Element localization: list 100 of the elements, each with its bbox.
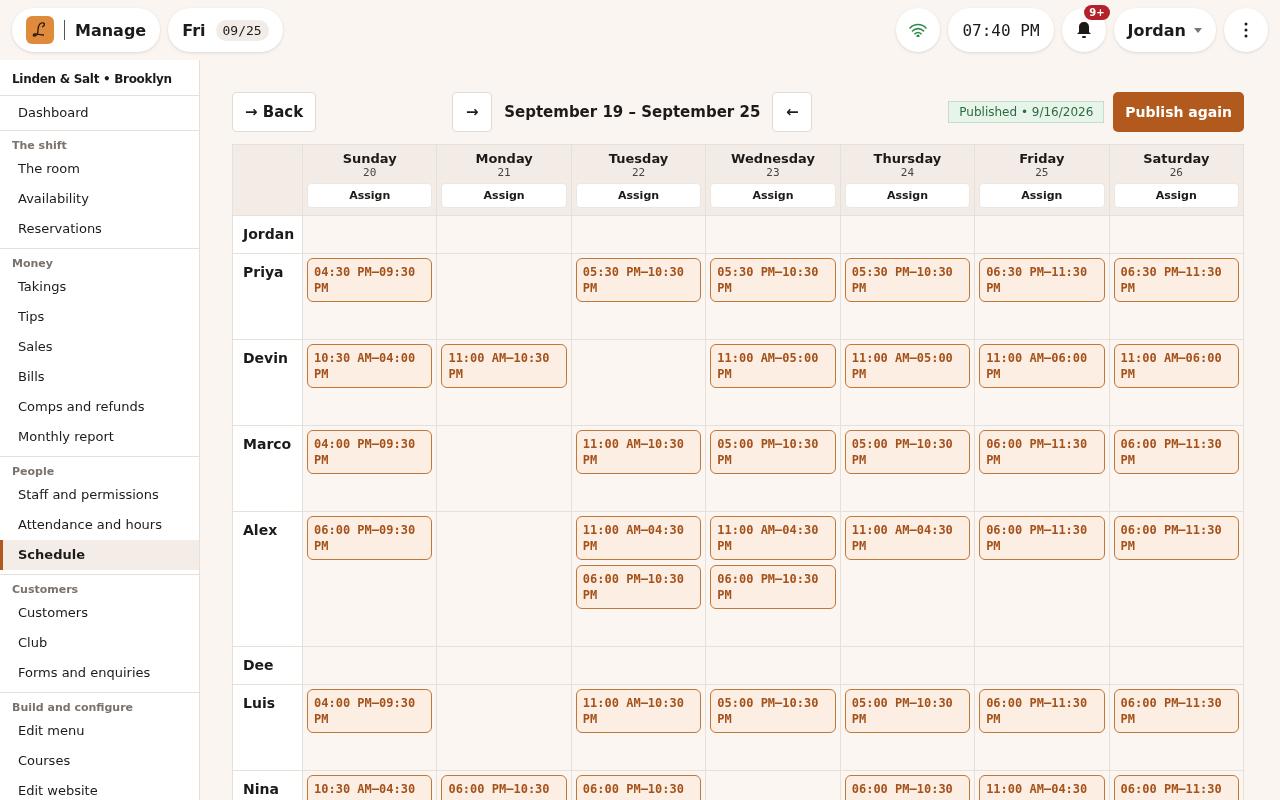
shift-chip[interactable]: 04:00 PM–09:30 PM (307, 689, 433, 733)
day-name: Tuesday (608, 151, 669, 166)
week-range: September 19 – September 25 (504, 103, 761, 121)
day-date: 23 (766, 166, 780, 179)
shift-chip[interactable]: 11:00 AM–06:00 PM (979, 344, 1105, 388)
back-button[interactable]: → Back (232, 92, 317, 132)
sidebar-item[interactable]: Availability (0, 184, 199, 214)
shift-chip[interactable]: 10:30 AM–04:30 (307, 775, 433, 800)
shift-chip[interactable]: 05:30 PM–10:30 PM (844, 258, 971, 302)
shift-chip[interactable]: 06:00 PM–09:30 PM (307, 516, 433, 560)
next-week-button[interactable]: → (452, 92, 493, 132)
staff-name: Devin (233, 340, 303, 426)
day-name: Saturday (1143, 151, 1210, 166)
clock: 07:40 PM (948, 8, 1054, 52)
publish-button[interactable]: Publish again (1113, 92, 1244, 132)
sidebar-item[interactable]: Monthly report (0, 422, 199, 452)
day-name: Wednesday (731, 151, 815, 166)
shift-chip[interactable]: 05:30 PM–10:30 PM (710, 258, 836, 302)
caret-icon (1194, 27, 1202, 33)
sidebar-item[interactable]: Club (0, 628, 199, 658)
shift-chip[interactable]: 06:00 PM–11:30 PM (1113, 689, 1239, 733)
shift-chip[interactable]: 11:00 AM–06:00 PM (1113, 344, 1239, 388)
assign-button[interactable]: Assign (575, 183, 702, 208)
assign-button[interactable]: Assign (1113, 183, 1239, 208)
shift-chip[interactable]: 06:00 PM–11:30 PM (979, 430, 1105, 474)
shift-chip[interactable]: 04:00 PM–09:30 PM (307, 430, 433, 474)
assign-button[interactable]: Assign (844, 183, 971, 208)
previous-week-button[interactable]: ← (772, 92, 813, 132)
wifi-button[interactable] (896, 8, 941, 52)
sidebar-item[interactable]: Courses (0, 746, 199, 776)
sidebar-item[interactable]: Tips (0, 302, 199, 332)
assign-button[interactable]: Assign (307, 183, 433, 208)
bell-icon (1075, 21, 1092, 39)
section-heading: Money (11, 257, 54, 272)
wifi-icon (909, 23, 928, 37)
shift-chip[interactable]: 06:30 PM–11:30 PM (1113, 258, 1239, 302)
shift-chip[interactable]: 06:30 PM–11:30 PM (979, 258, 1105, 302)
shift-chip[interactable]: 06:00 PM–10:30 (441, 775, 567, 800)
shift-chip[interactable]: 11:00 AM–10:30 PM (575, 430, 702, 474)
sidebar-item[interactable]: Edit website (0, 776, 199, 800)
day-date: 24 (900, 166, 915, 179)
sidebar-item[interactable]: Attendance and hours (0, 510, 199, 540)
section-heading: Customers (11, 583, 80, 598)
sidebar-item[interactable]: Reservations (0, 214, 199, 244)
day-name: Monday (475, 151, 533, 166)
sidebar-item[interactable]: Edit menu (0, 716, 199, 746)
shift-chip[interactable]: 11:00 AM–04:30 PM (710, 516, 836, 560)
shift-chip[interactable]: 05:00 PM–10:30 PM (710, 689, 836, 733)
sidebar-item[interactable]: The room (0, 154, 199, 184)
sidebar-item[interactable]: Dashboard (0, 96, 199, 130)
staff-name: Dee (233, 647, 303, 685)
user-menu[interactable]: Jordan (1113, 8, 1216, 52)
shift-chip[interactable]: 05:00 PM–10:30 PM (844, 430, 971, 474)
app-label: Manage (75, 20, 147, 40)
staff-name: Priya (233, 254, 303, 340)
shift-chip[interactable]: 11:00 AM–10:30 PM (575, 689, 702, 733)
sidebar-item[interactable]: Staff and permissions (0, 480, 199, 510)
sidebar-item[interactable]: Sales (0, 332, 199, 362)
section-heading: The shift (11, 139, 68, 154)
shift-chip[interactable]: 11:00 AM–04:30 PM (844, 516, 971, 560)
logo-icon (26, 16, 54, 44)
shift-chip[interactable]: 11:00 AM–04:30 (979, 775, 1105, 800)
more-icon (1244, 22, 1248, 38)
shift-chip[interactable]: 06:00 PM–10:30 PM (710, 565, 836, 609)
shift-chip[interactable]: 11:00 AM–05:00 PM (844, 344, 971, 388)
shift-chip[interactable]: 04:30 PM–09:30 PM (307, 258, 433, 302)
sidebar-item[interactable]: Takings (0, 272, 199, 302)
shift-chip[interactable]: 10:30 AM–04:00 PM (307, 344, 433, 388)
assign-button[interactable]: Assign (441, 183, 567, 208)
shift-chip[interactable]: 06:00 PM–11:30 PM (1113, 430, 1239, 474)
shift-chip[interactable]: 06:00 PM–11:30 (1113, 775, 1239, 800)
day-name: Thursday (873, 151, 942, 166)
assign-button[interactable]: Assign (710, 183, 836, 208)
app-switcher[interactable]: Manage (12, 8, 161, 52)
shift-chip[interactable]: 11:00 AM–05:00 PM (710, 344, 836, 388)
section-heading: People (11, 465, 56, 480)
shift-chip[interactable]: 05:00 PM–10:30 PM (710, 430, 836, 474)
day-label: Fri (182, 20, 206, 40)
assign-button[interactable]: Assign (979, 183, 1105, 208)
day-date: 25 (1035, 166, 1049, 179)
shift-chip[interactable]: 06:00 PM–11:30 PM (1113, 516, 1239, 560)
sidebar-item[interactable]: Comps and refunds (0, 392, 199, 422)
shift-chip[interactable]: 06:00 PM–11:30 PM (979, 689, 1105, 733)
sidebar-item[interactable]: Forms and enquiries (0, 658, 199, 688)
staff-name: Alex (233, 512, 303, 647)
shift-chip[interactable]: 06:00 PM–10:30 (575, 775, 702, 800)
sidebar-item[interactable]: Bills (0, 362, 199, 392)
day-date: 20 (363, 166, 377, 179)
shift-chip[interactable]: 06:00 PM–10:30 (844, 775, 971, 800)
shift-chip[interactable]: 11:00 AM–10:30 PM (441, 344, 567, 388)
sidebar-item[interactable]: Customers (0, 598, 199, 628)
staff-name: Nina (233, 771, 303, 800)
shift-chip[interactable]: 06:00 PM–10:30 PM (575, 565, 702, 609)
shift-chip[interactable]: 05:00 PM–10:30 PM (844, 689, 971, 733)
shift-chip[interactable]: 06:00 PM–11:30 PM (979, 516, 1105, 560)
sidebar-item[interactable]: Schedule (0, 540, 199, 570)
day-date: 21 (497, 166, 511, 179)
shift-chip[interactable]: 11:00 AM–04:30 PM (575, 516, 702, 560)
staff-name: Luis (233, 685, 303, 771)
shift-chip[interactable]: 05:30 PM–10:30 PM (575, 258, 702, 302)
